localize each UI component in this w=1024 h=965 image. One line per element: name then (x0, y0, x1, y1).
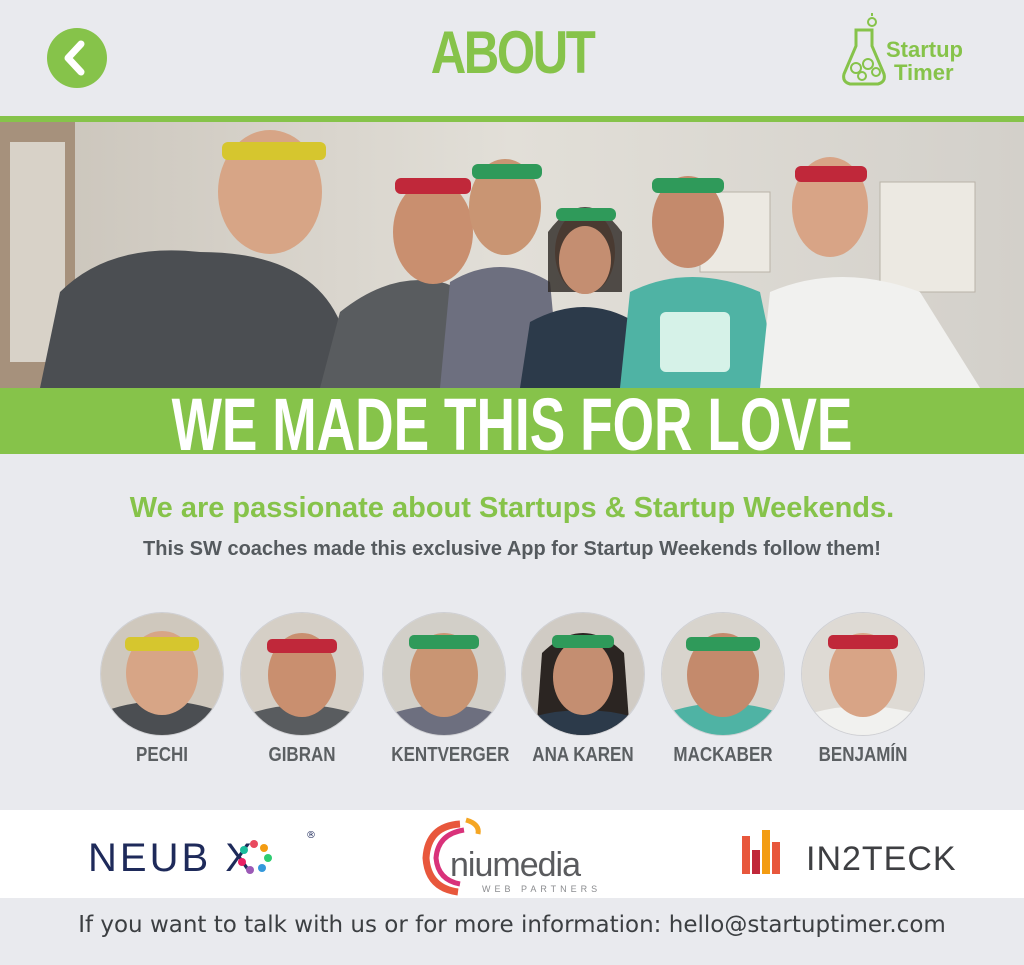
intro-subline: This SW coaches made this exclusive App … (143, 538, 881, 560)
coach-name: KENTVERGER (391, 744, 510, 766)
coach-name: MACKABER (673, 744, 773, 766)
avatar (382, 612, 506, 736)
niumedia-tagline: WEB PARTNERS (482, 884, 602, 894)
avatar (100, 612, 224, 736)
avatar (240, 612, 364, 736)
coach-name: GIBRAN (268, 744, 336, 766)
partners-bar: NEUB X ® niumedia WEB PARTNERS IN2TECK (0, 810, 1024, 898)
dots-o-icon (238, 840, 272, 874)
startup-timer-logo: Startup Timer (842, 12, 992, 92)
coach-name: ANA KAREN (532, 744, 634, 766)
coach-name: BENJAMÍN (818, 744, 908, 766)
banner-text: WE MADE THIS FOR LOVE (171, 383, 853, 466)
flask-timer-icon (842, 13, 886, 86)
avatar (521, 612, 645, 736)
niumedia-logo[interactable]: niumedia WEB PARTNERS (420, 816, 610, 896)
coach-name: PECHI (136, 744, 188, 766)
in2teck-wordmark: IN2TECK (806, 840, 957, 878)
in2teck-blocks-icon (742, 830, 780, 874)
contact-text[interactable]: If you want to talk with us or for more … (0, 912, 1024, 938)
page-title: ABOUT (430, 19, 596, 86)
coach-gibran[interactable]: GIBRAN (240, 612, 364, 767)
coach-mackaber[interactable]: MACKABER (661, 612, 785, 767)
team-photo (0, 122, 1024, 388)
brand-line-2: Timer (894, 60, 954, 85)
niumedia-wordmark: niumedia (450, 846, 581, 884)
neubox-logo[interactable]: NEUB X ® (88, 830, 318, 880)
coach-kentverger[interactable]: KENTVERGER (382, 612, 510, 767)
header: ABOUT Startup Timer (0, 0, 1024, 116)
in2teck-logo[interactable]: IN2TECK (740, 826, 956, 886)
coach-pechi[interactable]: PECHI (100, 612, 224, 767)
coach-benjamin[interactable]: BENJAMÍN (801, 612, 925, 767)
coach-ana-karen[interactable]: ANA KAREN (521, 612, 645, 767)
intro-headline: We are passionate about Startups & Start… (129, 492, 895, 524)
avatar (661, 612, 785, 736)
brand-line-1: Startup (886, 37, 963, 62)
avatar (801, 612, 925, 736)
